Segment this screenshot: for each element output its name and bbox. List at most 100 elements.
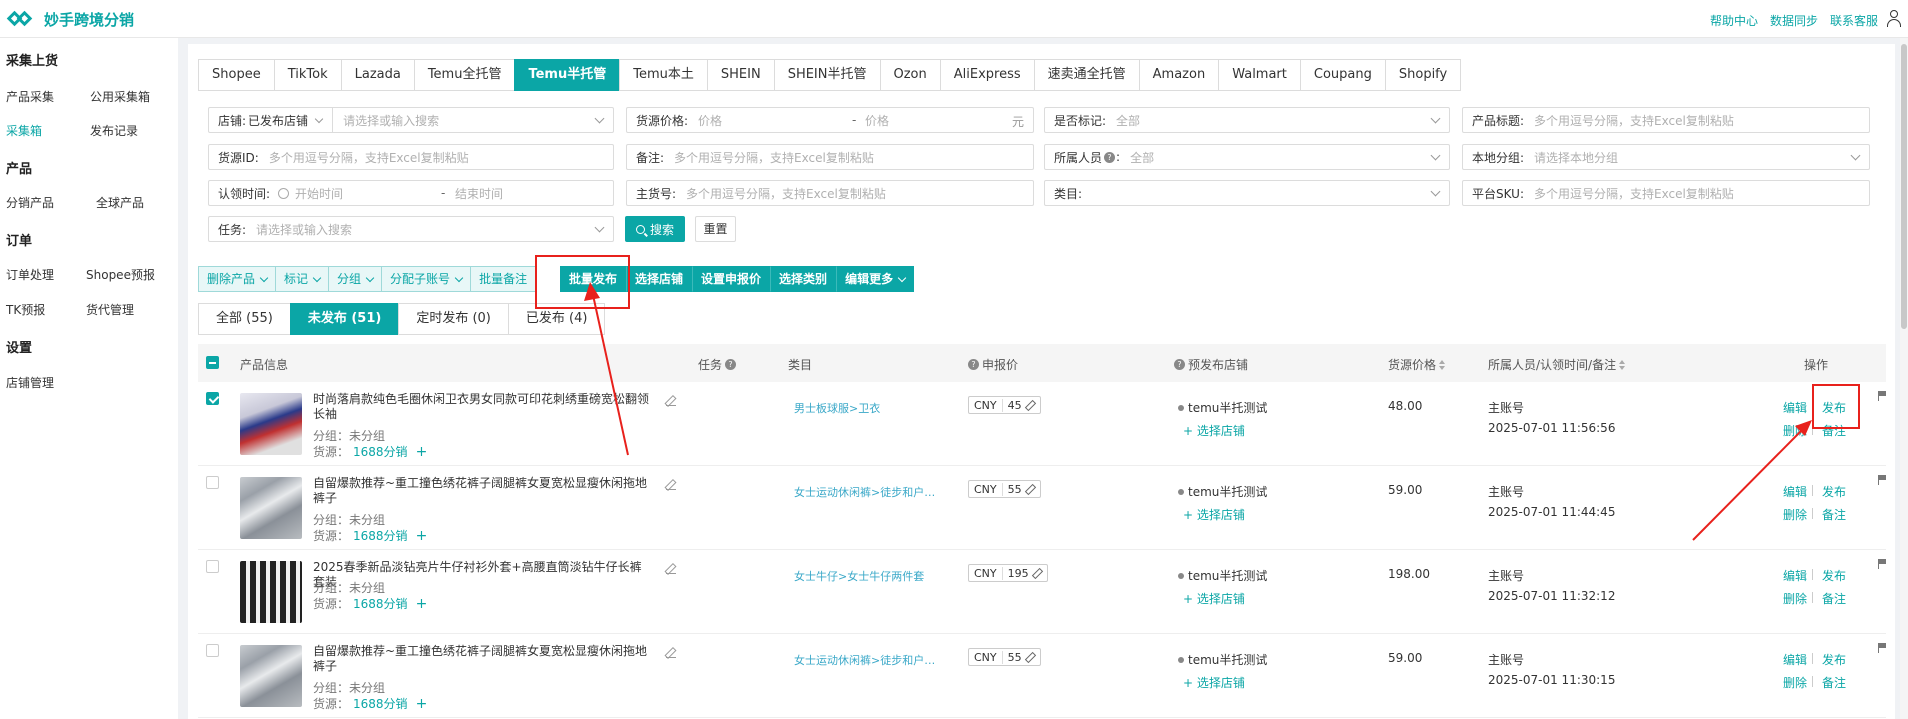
source-price-max-input[interactable]: 价格 [865, 112, 889, 129]
tab-ozon[interactable]: Ozon [879, 59, 940, 91]
edit-title-icon[interactable] [666, 480, 676, 490]
data-sync-link[interactable]: 数据同步 [1770, 12, 1818, 29]
declared-price-field[interactable]: CNY 45 [968, 396, 1041, 414]
mark-button[interactable]: 标记 [276, 266, 330, 292]
row-checkbox[interactable] [206, 476, 219, 489]
source-link[interactable]: 1688分销 [353, 597, 408, 611]
tab-temu-local[interactable]: Temu本土 [619, 59, 707, 91]
delete-link[interactable]: 删除 [1783, 590, 1807, 607]
product-title[interactable]: 自留爆款推荐~重工撞色绣花裤子阔腿裤女夏宽松显瘦休闲拖地裤子 [313, 476, 653, 506]
select-store-link[interactable]: + 选择店铺 [1183, 422, 1245, 439]
declared-price-field[interactable]: CNY 55 [968, 648, 1041, 666]
declared-price-field[interactable]: CNY 55 [968, 480, 1041, 498]
tab-shein[interactable]: SHEIN [706, 59, 774, 91]
edit-title-icon[interactable] [666, 396, 676, 406]
select-category-button[interactable]: 选择类别 [770, 266, 837, 292]
delete-products-button[interactable]: 删除产品 [198, 266, 277, 292]
publish-link[interactable]: 发布 [1822, 399, 1846, 416]
tab-all[interactable]: 全部 (55) [198, 303, 290, 335]
tab-walmart[interactable]: Walmart [1218, 59, 1300, 91]
contact-support-link[interactable]: 联系客服 [1830, 12, 1878, 29]
title-filter[interactable]: 产品标题: 多个用逗号分隔，支持Excel复制粘贴 [1462, 107, 1870, 133]
tab-shopee[interactable]: Shopee [198, 59, 274, 91]
remark-link[interactable]: 备注 [1822, 506, 1846, 523]
delete-link[interactable]: 删除 [1783, 674, 1807, 691]
shop-search-placeholder[interactable]: 请选择或输入搜索 [343, 112, 439, 129]
category-link[interactable]: 女士运动休闲裤>徒步和户… [794, 484, 935, 500]
delete-link[interactable]: 删除 [1783, 506, 1807, 523]
sidebar-item-order-processing[interactable]: 订单处理 [6, 266, 54, 283]
bulk-publish-button[interactable]: 批量发布 [560, 266, 627, 292]
source-link[interactable]: 1688分销 [353, 445, 408, 459]
edit-link[interactable]: 编辑 [1783, 567, 1807, 584]
tab-lazada[interactable]: Lazada [340, 59, 414, 91]
scrollbar-thumb[interactable] [1901, 44, 1907, 329]
edit-link[interactable]: 编辑 [1783, 399, 1807, 416]
sidebar-item-forwarder[interactable]: 货代管理 [86, 301, 134, 318]
claim-time-start[interactable]: 开始时间 [295, 185, 343, 202]
category-link[interactable]: 女士运动休闲裤>徒步和户… [794, 652, 935, 668]
delete-link[interactable]: 删除 [1783, 422, 1807, 439]
tab-aliexpress-full[interactable]: 速卖通全托管 [1033, 59, 1139, 91]
flag-icon[interactable] [1878, 391, 1886, 401]
edit-link[interactable]: 编辑 [1783, 651, 1807, 668]
claim-time-filter[interactable]: 认领时间: 开始时间 - 结束时间 [208, 180, 614, 206]
select-all-checkbox[interactable] [206, 356, 219, 369]
set-declared-price-button[interactable]: 设置申报价 [692, 266, 771, 292]
remark-link[interactable]: 备注 [1822, 590, 1846, 607]
edit-price-icon[interactable] [1026, 653, 1035, 662]
tab-temu-full[interactable]: Temu全托管 [413, 59, 515, 91]
tab-amazon[interactable]: Amazon [1138, 59, 1219, 91]
app-logo[interactable]: 妙手跨境分销 [6, 9, 134, 30]
product-thumbnail[interactable] [240, 645, 302, 707]
remark-filter[interactable]: 备注: 多个用逗号分隔，支持Excel复制粘贴 [626, 144, 1034, 170]
claim-time-end[interactable]: 结束时间 [455, 185, 503, 202]
main-sku-filter[interactable]: 主货号: 多个用逗号分隔，支持Excel复制粘贴 [626, 180, 1034, 206]
publish-link[interactable]: 发布 [1822, 567, 1846, 584]
row-checkbox[interactable] [206, 644, 219, 657]
edit-price-icon[interactable] [1026, 401, 1035, 410]
marked-filter[interactable]: 是否标记: 全部 [1044, 107, 1450, 133]
source-id-filter[interactable]: 货源ID: 多个用逗号分隔，支持Excel复制粘贴 [208, 144, 614, 170]
shop-filter[interactable]: 店铺: 已发布店铺 请选择或输入搜索 [208, 107, 614, 133]
flag-icon[interactable] [1878, 559, 1886, 569]
plus-icon[interactable]: + [416, 528, 428, 544]
sidebar-item-public-collect-box[interactable]: 公用采集箱 [90, 88, 150, 105]
tab-scheduled[interactable]: 定时发布 (0) [398, 303, 508, 335]
tab-published[interactable]: 已发布 (4) [507, 303, 606, 335]
source-link[interactable]: 1688分销 [353, 697, 408, 711]
assign-subaccount-button[interactable]: 分配子账号 [382, 266, 472, 292]
edit-price-icon[interactable] [1033, 569, 1042, 578]
sidebar-item-distribution-products[interactable]: 分销产品 [6, 194, 54, 211]
edit-price-icon[interactable] [1026, 485, 1035, 494]
header-owner[interactable]: 所属人员/认领时间/备注 [1488, 356, 1626, 373]
sidebar-item-global-products[interactable]: 全球产品 [96, 194, 144, 211]
tab-temu-semi[interactable]: Temu半托管 [514, 59, 620, 91]
source-link[interactable]: 1688分销 [353, 529, 408, 543]
remark-link[interactable]: 备注 [1822, 422, 1846, 439]
page-scrollbar[interactable] [1900, 38, 1908, 719]
tab-aliexpress[interactable]: AliExpress [939, 59, 1034, 91]
user-icon[interactable] [1886, 10, 1902, 28]
help-center-link[interactable]: 帮助中心 [1710, 12, 1758, 29]
sidebar-item-publish-records[interactable]: 发布记录 [90, 122, 138, 139]
sidebar-item-tk-forecast[interactable]: TK预报 [6, 301, 45, 318]
plus-icon[interactable]: + [416, 444, 428, 460]
tab-shopify[interactable]: Shopify [1384, 59, 1462, 91]
edit-title-icon[interactable] [666, 648, 676, 658]
select-store-link[interactable]: + 选择店铺 [1183, 590, 1245, 607]
bulk-remark-button[interactable]: 批量备注 [471, 266, 537, 292]
tab-shein-semi[interactable]: SHEIN半托管 [773, 59, 880, 91]
search-button[interactable]: 搜索 [625, 216, 685, 242]
local-group-filter[interactable]: 本地分组: 请选择本地分组 [1462, 144, 1870, 170]
category-link[interactable]: 女士牛仔>女士牛仔两件套 [794, 568, 924, 584]
tab-coupang[interactable]: Coupang [1299, 59, 1385, 91]
reset-button[interactable]: 重置 [695, 216, 736, 242]
sidebar-item-shopee-forecast[interactable]: Shopee预报 [86, 266, 155, 283]
product-title[interactable]: 时尚落肩款纯色毛圈休闲卫衣男女同款可印花刺绣重磅宽松翻领长袖 [313, 392, 653, 422]
owner-filter[interactable]: 所属人员 ? : 全部 [1044, 144, 1450, 170]
platform-sku-filter[interactable]: 平台SKU: 多个用逗号分隔，支持Excel复制粘贴 [1462, 180, 1870, 206]
publish-link[interactable]: 发布 [1822, 651, 1846, 668]
product-title[interactable]: 自留爆款推荐~重工撞色绣花裤子阔腿裤女夏宽松显瘦休闲拖地裤子 [313, 644, 653, 674]
row-checkbox[interactable] [206, 560, 219, 573]
